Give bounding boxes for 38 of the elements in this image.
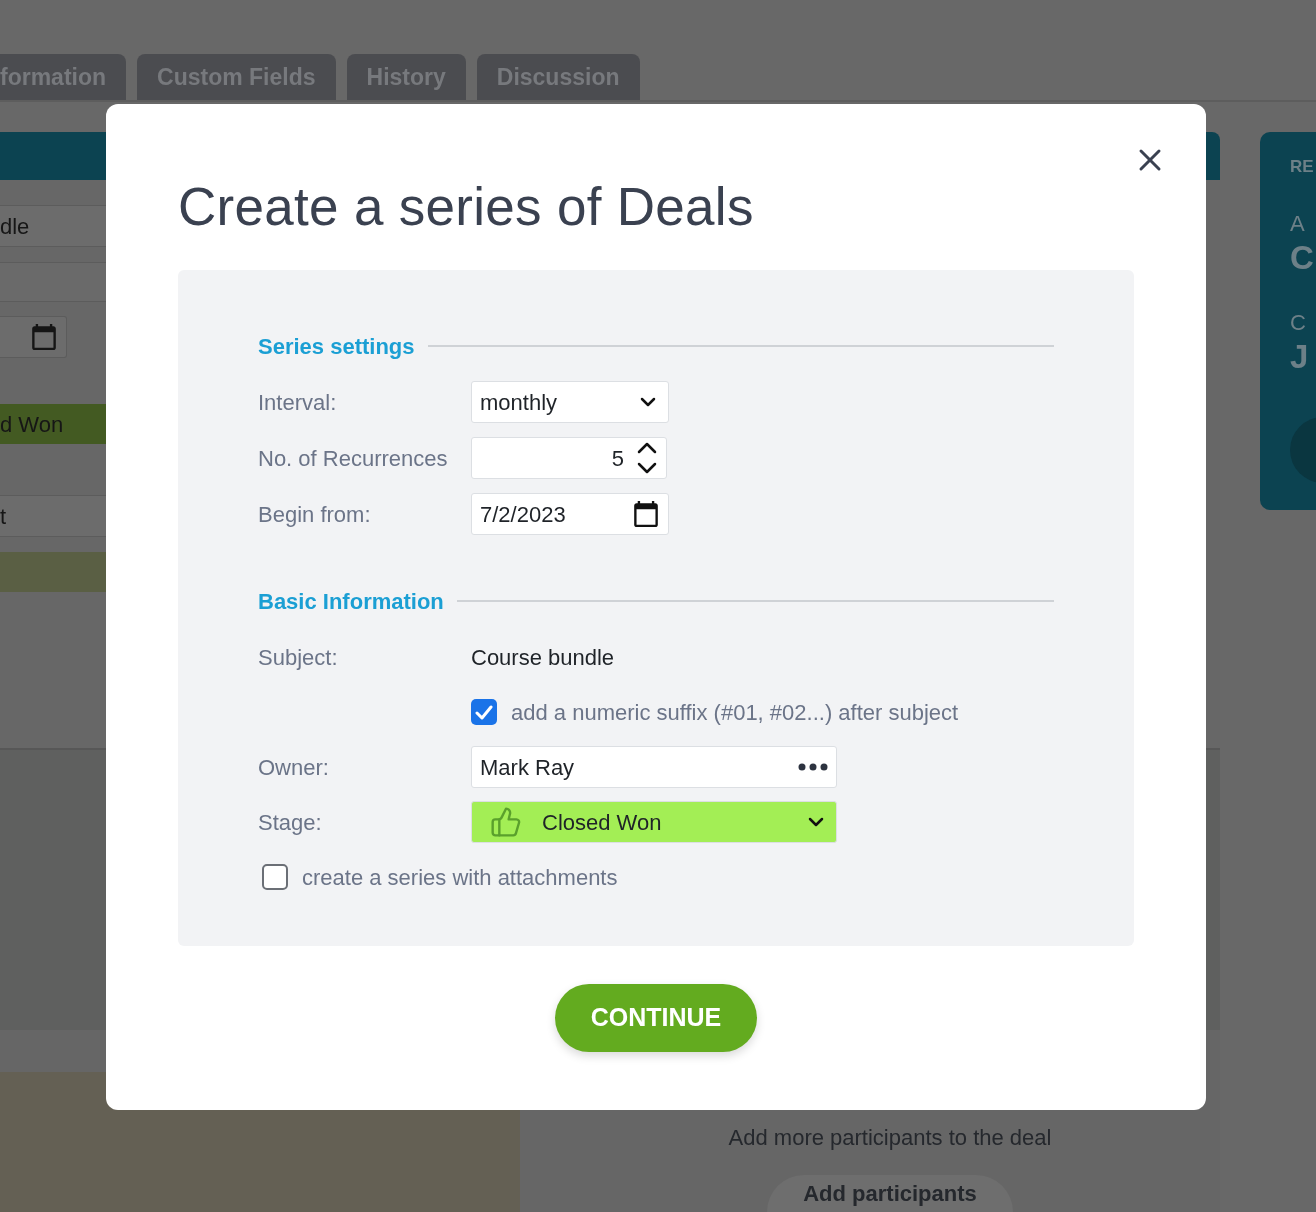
field-label: C (1290, 310, 1306, 336)
add-participants-button[interactable]: Add participants (767, 1175, 1013, 1212)
calendar-icon (32, 324, 56, 350)
text-field[interactable]: t (0, 495, 106, 537)
picker-field[interactable]: Mark Ray (471, 746, 837, 788)
spinner-icon (636, 441, 658, 475)
dropdown-field[interactable]: monthly (471, 381, 669, 423)
section-heading: Series settings (258, 332, 415, 361)
more-icon (798, 763, 828, 771)
date-field[interactable]: 7/2/2023 (471, 493, 669, 535)
field-label: No. of Recurrences (258, 445, 448, 471)
field-label: Stage: (258, 809, 322, 835)
field-value: C (1290, 238, 1314, 278)
continue-button[interactable]: CONTINUE (555, 984, 757, 1052)
calendar-icon (634, 501, 658, 527)
stage-field[interactable]: d Won (0, 404, 106, 444)
checkbox-label: add a numeric suffix (#01, #02...) after subject (511, 698, 959, 727)
checkbox[interactable] (471, 699, 497, 725)
field-label: Owner: (258, 754, 329, 780)
stage-dropdown[interactable]: Closed Won (471, 801, 837, 843)
check-icon (475, 704, 493, 720)
date-field[interactable] (0, 316, 67, 358)
field-label: A (1290, 211, 1305, 237)
field-label: Begin from: (258, 501, 371, 527)
field-label: Subject: (258, 644, 338, 670)
participants-text: Add more participants to the deal (728, 1124, 1052, 1152)
panel-heading: RE (1290, 156, 1314, 178)
thumbs-up-icon (490, 806, 522, 838)
text-field[interactable]: dle (0, 205, 106, 247)
field-label: Interval: (258, 389, 337, 415)
checkbox[interactable] (262, 864, 288, 890)
checkbox-label: create a series with attachments (302, 863, 618, 892)
field-value: J (1290, 337, 1309, 377)
section-heading: Basic Information (258, 587, 444, 616)
number-field[interactable]: 5 (471, 437, 667, 479)
dialog-title: Create a series of Deals (178, 176, 754, 238)
subject-value: Course bundle (471, 643, 615, 672)
input-field[interactable] (0, 262, 106, 302)
